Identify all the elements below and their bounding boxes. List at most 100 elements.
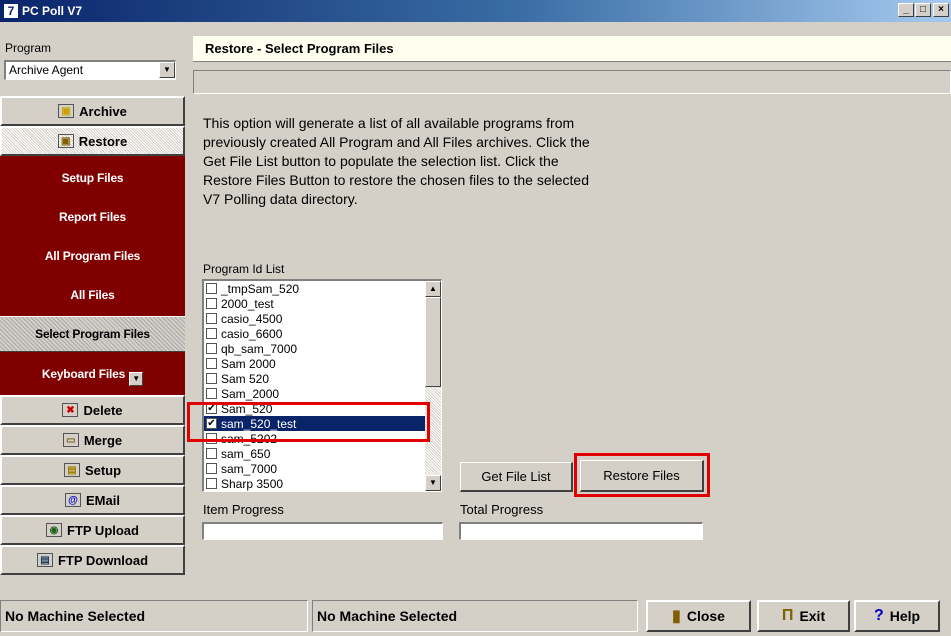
ftp-upload-icon: ◉ [46, 523, 62, 537]
nav-setup-button[interactable]: ▤ Setup [0, 455, 185, 485]
subnav-label: All Program Files [44, 248, 141, 263]
nav-label: EMail [86, 492, 120, 508]
email-at-icon: @ [65, 493, 82, 507]
list-item-label: casio_4500 [221, 311, 283, 326]
archive-icon: ▣ [58, 104, 75, 118]
nav-restore-button[interactable]: ▣ Restore [0, 126, 185, 156]
subnav-all-program-files[interactable]: All Program Files [0, 236, 185, 275]
list-item[interactable]: qb_sam_7000 [204, 341, 426, 356]
header-strip [193, 70, 951, 94]
checkbox[interactable] [206, 298, 217, 309]
checkbox[interactable] [206, 328, 217, 339]
list-item[interactable]: Sam 520 [204, 371, 426, 386]
list-item[interactable]: Sam_2000 [204, 386, 426, 401]
subnav-label: Report Files [59, 209, 126, 224]
subnav-label: Keyboard Files [41, 366, 126, 381]
scroll-down-icon[interactable]: ▼ [425, 475, 441, 491]
list-item[interactable]: casio_4500 [204, 311, 426, 326]
nav-label: Delete [83, 402, 123, 418]
list-scrollbar[interactable]: ▲ ▼ [425, 281, 441, 491]
highlight-checked-items [187, 402, 430, 442]
scroll-up-icon[interactable]: ▲ [425, 281, 441, 297]
list-item[interactable]: Sam 2000 [204, 356, 426, 371]
status-bar: No Machine Selected No Machine Selected … [0, 596, 951, 636]
exit-button[interactable]: Π Exit [757, 600, 850, 632]
checkbox[interactable] [206, 478, 217, 489]
checkbox[interactable] [206, 448, 217, 459]
list-item-label: 2000_test [221, 296, 274, 311]
checkbox[interactable] [206, 388, 217, 399]
merge-folder-icon: ▭ [62, 433, 79, 447]
exit-label: Exit [799, 608, 826, 624]
total-progress-label: Total Progress [460, 502, 544, 517]
restore-files-label: Restore Files [603, 468, 680, 483]
help-button[interactable]: ? Help [854, 600, 940, 632]
ftp-download-icon: ▤ [36, 553, 53, 567]
subnav-report-files[interactable]: Report Files [0, 197, 185, 236]
subnav-label: Setup Files [61, 170, 124, 185]
nav-archive-button[interactable]: ▣ Archive [0, 96, 185, 126]
program-id-list-label: Program Id List [203, 262, 285, 276]
maximize-button[interactable]: □ [915, 3, 931, 17]
close-button[interactable]: ▮ Close [646, 600, 751, 632]
list-item-label: sam_650 [221, 446, 271, 461]
dropdown-arrow-icon[interactable]: ▼ [159, 62, 175, 78]
item-progress-label: Item Progress [203, 502, 284, 517]
close-label: Close [686, 608, 725, 624]
nav-delete-button[interactable]: ✖ Delete [0, 395, 185, 425]
sidebar: Program Archive Agent ▼ ▣ Archive ▣ Restore… [0, 22, 191, 594]
nav-label: Merge [83, 432, 123, 448]
nav-menu: ▣ Archive ▣ Restore Setup Files Report Files A… [0, 96, 185, 575]
restore-submenu: Setup Files Report Files All Program Files… [0, 156, 185, 395]
page-title: Restore - Select Program Files [193, 36, 951, 62]
program-id-listbox[interactable]: _tmpSam_520 2000_test casio_4500 casio_6600… [202, 279, 442, 492]
program-label: Program [5, 41, 52, 55]
list-item[interactable]: Sharp 3500 [204, 476, 426, 491]
subnav-keyboard-files[interactable]: Keyboard Files ▼ [0, 354, 185, 393]
list-item[interactable]: sam_7000 [204, 461, 426, 476]
list-item-label: casio_6600 [221, 326, 283, 341]
list-item-label: Sam 520 [221, 371, 270, 386]
help-question-icon: ? [873, 607, 884, 624]
checkbox[interactable] [206, 313, 217, 324]
checkbox[interactable] [206, 343, 217, 354]
list-item-label: Sam_2000 [221, 386, 280, 401]
checkbox[interactable] [206, 373, 217, 384]
nav-ftp-download-button[interactable]: ▤ FTP Download [0, 545, 185, 575]
scroll-thumb[interactable] [425, 297, 441, 387]
title-bar: 7 PC Poll V7 _ □ × [0, 0, 951, 22]
restore-icon: ▣ [57, 134, 74, 148]
nav-ftp-upload-button[interactable]: ◉ FTP Upload [0, 515, 185, 545]
nav-label: FTP Download [57, 552, 149, 568]
checkbox[interactable] [206, 358, 217, 369]
get-file-list-label: Get File List [481, 469, 551, 484]
checkbox[interactable] [206, 463, 217, 474]
list-item[interactable]: _tmpSam_520 [204, 281, 426, 296]
subnav-label: Select Program Files [35, 327, 150, 341]
minimize-button[interactable]: _ [898, 3, 914, 17]
subnav-select-program-files[interactable]: Select Program Files [0, 316, 185, 352]
list-item[interactable]: 2000_test [204, 296, 426, 311]
subnav-label: All Files [70, 287, 115, 302]
window-title: PC Poll V7 [22, 4, 83, 18]
program-select-value: Archive Agent [9, 63, 84, 77]
app-icon: 7 [3, 3, 19, 19]
program-select[interactable]: Archive Agent ▼ [4, 60, 176, 80]
subnav-setup-files[interactable]: Setup Files [0, 158, 185, 197]
list-item[interactable]: casio_6600 [204, 326, 426, 341]
list-item[interactable]: sam_650 [204, 446, 426, 461]
nav-email-button[interactable]: @ EMail [0, 485, 185, 515]
list-item-label: Sharp 3500 [221, 476, 284, 491]
nav-merge-button[interactable]: ▭ Merge [0, 425, 185, 455]
status-machine-left: No Machine Selected [0, 600, 308, 632]
chevron-down-icon[interactable]: ▼ [129, 371, 144, 386]
subnav-all-files[interactable]: All Files [0, 275, 185, 314]
get-file-list-button[interactable]: Get File List [460, 462, 573, 492]
list-item-label: qb_sam_7000 [221, 341, 298, 356]
total-progress-bar [459, 522, 703, 540]
delete-icon: ✖ [62, 403, 79, 417]
checkbox[interactable] [206, 283, 217, 294]
close-window-button[interactable]: × [933, 3, 949, 17]
list-item-label: Sam 2000 [221, 356, 276, 371]
restore-files-button[interactable]: Restore Files [580, 460, 704, 492]
